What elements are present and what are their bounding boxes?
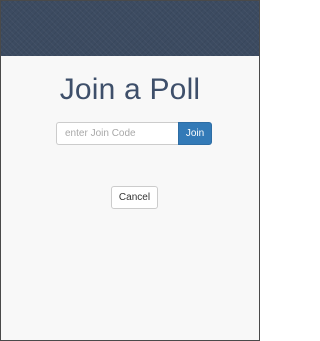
- cancel-button[interactable]: Cancel: [111, 186, 158, 209]
- page-title: Join a Poll: [59, 73, 201, 106]
- join-button[interactable]: Join: [178, 122, 212, 145]
- join-form: Join: [56, 122, 212, 145]
- app-header-bar: [1, 1, 259, 56]
- join-code-input[interactable]: [56, 122, 178, 145]
- main-content: Join a Poll Join Cancel: [1, 56, 259, 340]
- app-window: Join a Poll Join Cancel: [0, 0, 260, 341]
